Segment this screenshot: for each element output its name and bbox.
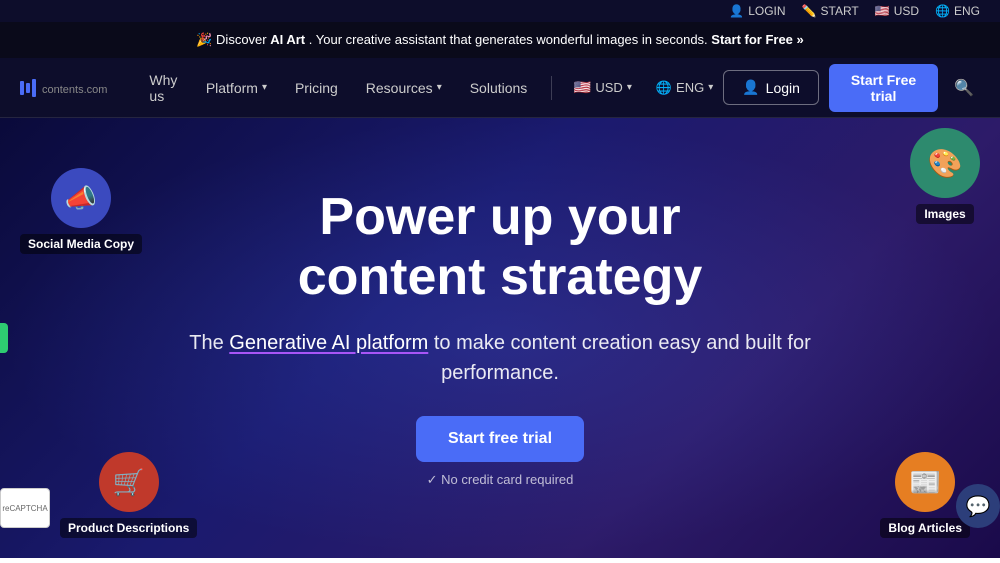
login-icon: 👤: [742, 79, 759, 96]
platform-chevron: ▾: [262, 82, 267, 93]
product-descriptions-badge[interactable]: 🛒 Product Descriptions: [60, 452, 197, 538]
nav-solutions[interactable]: Solutions: [458, 72, 540, 104]
recaptcha-badge: reCAPTCHA: [0, 488, 50, 528]
user-icon: 👤: [729, 4, 744, 18]
no-credit-card-text: No credit card required: [427, 472, 574, 488]
logo-text: contents.com: [42, 77, 107, 98]
nav-divider: [551, 76, 552, 100]
globe-icon: 🌐: [935, 4, 950, 18]
nav-platform[interactable]: Platform▾: [194, 72, 279, 104]
blog-articles-icon: 📰: [895, 452, 955, 512]
globe-nav-icon: 🌐: [656, 80, 672, 96]
logo-icon: [20, 79, 36, 97]
blog-articles-label: Blog Articles: [880, 518, 970, 538]
currency-selector[interactable]: 🇺🇸 USD ▾: [564, 73, 642, 102]
announcement-prefix: Discover: [216, 32, 270, 47]
language-selector[interactable]: 🌐 ENG ▾: [646, 74, 723, 102]
announcement-cta[interactable]: Start for Free »: [711, 32, 803, 47]
login-button[interactable]: 👤 Login: [723, 70, 819, 105]
announcement-highlight: AI Art: [270, 32, 305, 47]
hero-subtitle: The Generative AI platform to make conte…: [175, 328, 825, 388]
start-utility-link[interactable]: ✏️ START: [802, 4, 859, 18]
login-utility-link[interactable]: 👤 LOGIN: [729, 4, 785, 18]
product-descriptions-label: Product Descriptions: [60, 518, 197, 538]
currency-chevron: ▾: [627, 82, 632, 93]
announcement-bar: 🎉 Discover AI Art . Your creative assist…: [0, 22, 1000, 58]
blog-articles-badge[interactable]: 📰 Blog Articles: [880, 452, 970, 538]
chat-bubble[interactable]: 💬: [956, 484, 1000, 528]
utility-bar: 👤 LOGIN ✏️ START 🇺🇸 USD 🌐 ENG: [0, 0, 1000, 22]
nav-pricing[interactable]: Pricing: [283, 72, 350, 104]
eng-utility-link[interactable]: 🌐 ENG: [935, 4, 980, 18]
product-descriptions-icon: 🛒: [99, 452, 159, 512]
hero-section: reCAPTCHA 📣 Social Media Copy 🛒 Product …: [0, 118, 1000, 558]
announcement-middle: . Your creative assistant that generates…: [309, 32, 712, 47]
resources-chevron: ▾: [437, 82, 442, 93]
flag-usd-icon: 🇺🇸: [875, 4, 890, 18]
start-trial-button[interactable]: Start Free trial: [829, 64, 938, 112]
navbar: contents.com Why us Platform▾ Pricing Re…: [0, 58, 1000, 118]
chat-icon: 💬: [966, 494, 991, 519]
nav-links: Why us Platform▾ Pricing Resources▾ Solu…: [137, 64, 723, 112]
edit-icon: ✏️: [802, 4, 817, 18]
nav-why-us[interactable]: Why us: [137, 64, 189, 112]
nav-resources[interactable]: Resources▾: [354, 72, 454, 104]
currency-flag: 🇺🇸: [574, 79, 591, 96]
search-icon: 🔍: [954, 80, 974, 97]
hero-cta-button[interactable]: Start free trial: [416, 416, 584, 462]
images-icon: 🎨: [910, 128, 980, 198]
social-media-label: Social Media Copy: [20, 234, 142, 254]
social-media-icon: 📣: [51, 168, 111, 228]
images-badge[interactable]: 🎨 Images: [910, 128, 980, 224]
hero-title: Power up your content strategy: [298, 188, 703, 308]
announcement-emoji: 🎉: [196, 32, 212, 47]
lang-chevron: ▾: [708, 82, 713, 93]
logo[interactable]: contents.com: [20, 77, 107, 98]
nav-right: 👤 Login Start Free trial 🔍: [723, 64, 980, 112]
images-label: Images: [916, 204, 973, 224]
generative-ai-link: Generative AI platform: [229, 332, 428, 354]
usd-utility-link[interactable]: 🇺🇸 USD: [875, 4, 919, 18]
social-media-badge[interactable]: 📣 Social Media Copy: [20, 168, 142, 254]
search-button[interactable]: 🔍: [948, 72, 980, 104]
green-tab: [0, 323, 8, 353]
